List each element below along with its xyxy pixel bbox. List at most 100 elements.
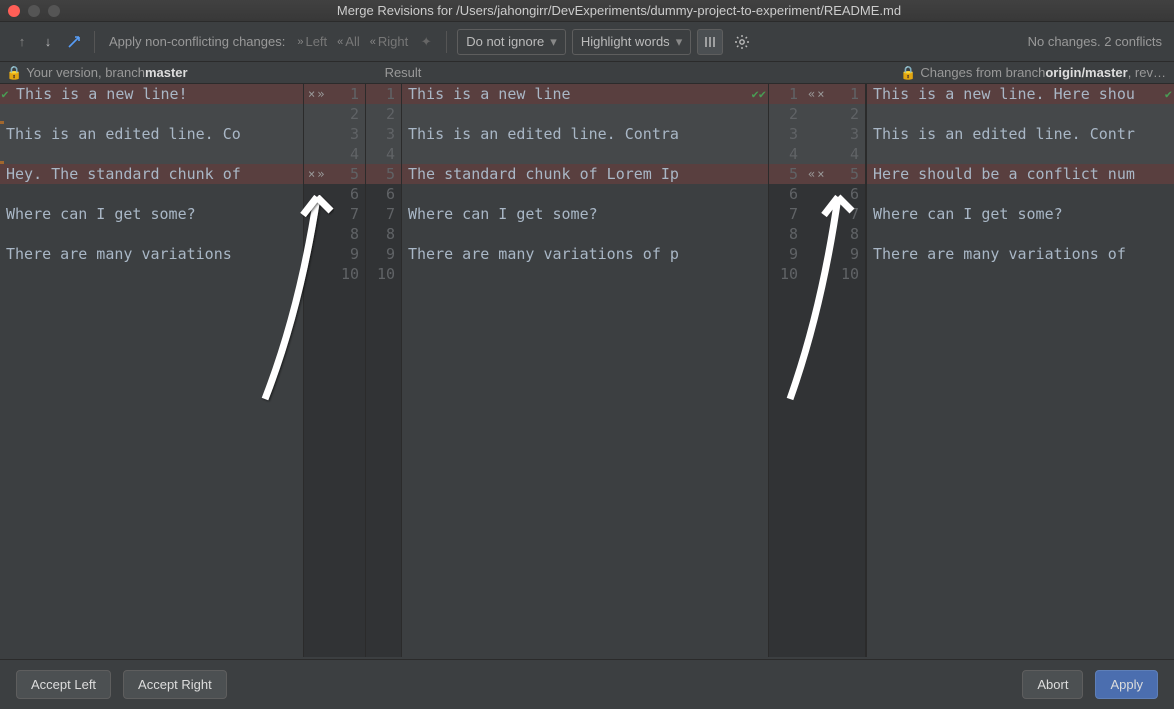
code-line[interactable] xyxy=(867,264,1174,284)
code-line[interactable]: Where can I get some? xyxy=(402,204,768,224)
ignore-dropdown[interactable]: Do not ignore▾ xyxy=(457,29,566,55)
close-window-icon[interactable] xyxy=(8,5,20,17)
right-pane-header: 🔒 Changes from branch origin/master, rev… xyxy=(894,62,1174,83)
accept-left-button[interactable]: Accept Left xyxy=(16,670,111,699)
accept-change-icon[interactable]: « xyxy=(808,84,815,104)
reject-change-icon[interactable]: × xyxy=(308,164,315,184)
code-line[interactable] xyxy=(867,184,1174,204)
accept-right-button[interactable]: Accept Right xyxy=(123,670,227,699)
gutter-line: 8 xyxy=(804,224,865,244)
code-line[interactable] xyxy=(402,144,768,164)
abort-button[interactable]: Abort xyxy=(1022,670,1083,699)
code-line[interactable]: This is a new line✔✔ xyxy=(402,84,768,104)
gutter-line: 7 xyxy=(804,204,865,224)
gutter-line: 7 xyxy=(304,204,365,224)
gutter-line: 8 xyxy=(769,224,804,244)
minimize-window-icon[interactable] xyxy=(28,5,40,17)
merge-panes: This is a new line!✔ This is an edited l… xyxy=(0,84,1174,657)
next-diff-icon[interactable]: ↓ xyxy=(38,32,58,52)
code-line[interactable]: Here should be a conflict num xyxy=(867,164,1174,184)
status-text: No changes. 2 conflicts xyxy=(1028,34,1162,49)
code-line[interactable]: This is an edited line. Co xyxy=(0,124,303,144)
apply-all-link[interactable]: «All xyxy=(337,34,360,49)
center-gutter-right: 12345678910 xyxy=(768,84,804,657)
code-line[interactable] xyxy=(867,104,1174,124)
gutter-line: 2 xyxy=(769,104,804,124)
code-line[interactable]: Where can I get some? xyxy=(0,204,303,224)
result-editor[interactable]: This is a new line✔✔ This is an edited li… xyxy=(402,84,768,657)
code-line[interactable] xyxy=(0,184,303,204)
left-editor[interactable]: This is a new line!✔ This is an edited l… xyxy=(0,84,304,657)
reject-change-icon[interactable]: × xyxy=(817,164,824,184)
code-line[interactable]: The standard chunk of Lorem Ip xyxy=(402,164,768,184)
code-line[interactable] xyxy=(402,264,768,284)
code-line[interactable]: Where can I get some? xyxy=(867,204,1174,224)
apply-left-link[interactable]: »Left xyxy=(297,34,327,49)
code-line[interactable]: There are many variations xyxy=(0,244,303,264)
footer: Accept Left Accept Right Abort Apply xyxy=(0,659,1174,709)
accepted-marker-icon: ✔ xyxy=(1165,84,1172,104)
code-line[interactable]: This is a new line. Here shou✔ xyxy=(867,84,1174,104)
code-line[interactable] xyxy=(0,104,303,124)
result-header: Result xyxy=(304,62,468,83)
gutter-line: 9 xyxy=(366,244,401,264)
code-line[interactable]: There are many variations of xyxy=(867,244,1174,264)
gutter-line: 2 xyxy=(304,104,365,124)
gutter-line: 6 xyxy=(366,184,401,204)
gutter-line: 3 xyxy=(769,124,804,144)
sync-scroll-button[interactable] xyxy=(697,29,723,55)
right-editor[interactable]: This is a new line. Here shou✔ This is an… xyxy=(866,84,1174,657)
code-line[interactable] xyxy=(867,224,1174,244)
right-gutter[interactable]: 1«×2345«×678910 xyxy=(804,84,866,657)
apply-right-link[interactable]: «Right xyxy=(370,34,408,49)
left-pane-header: 🔒 Your version, branch master xyxy=(0,62,304,83)
gutter-line: 3 xyxy=(804,124,865,144)
gutter-line: 3 xyxy=(366,124,401,144)
prev-diff-icon[interactable]: ↑ xyxy=(12,32,32,52)
code-line[interactable] xyxy=(867,144,1174,164)
gutter-line: 6 xyxy=(769,184,804,204)
code-line[interactable]: Hey. The standard chunk of xyxy=(0,164,303,184)
code-line[interactable] xyxy=(402,104,768,124)
left-gutter[interactable]: 1×»2345×»678910 xyxy=(304,84,366,657)
accepted-marker-icon: ✔✔ xyxy=(752,84,766,104)
highlight-dropdown[interactable]: Highlight words▾ xyxy=(572,29,691,55)
settings-button[interactable] xyxy=(729,29,755,55)
code-line[interactable]: There are many variations of p xyxy=(402,244,768,264)
window-controls xyxy=(8,5,60,17)
center-gutter-left: 12345678910 xyxy=(366,84,402,657)
accept-change-icon[interactable]: » xyxy=(317,84,324,104)
code-line[interactable] xyxy=(0,264,303,284)
accept-change-icon[interactable]: » xyxy=(317,164,324,184)
gutter-line: 7 xyxy=(769,204,804,224)
gutter-line: 4 xyxy=(769,144,804,164)
reject-change-icon[interactable]: × xyxy=(817,84,824,104)
wand-icon[interactable]: ✦ xyxy=(416,32,436,52)
accepted-marker-icon: ✔ xyxy=(0,84,10,104)
gutter-line: 5 xyxy=(366,164,401,184)
gutter-line: 6 xyxy=(804,184,865,204)
code-line[interactable] xyxy=(402,224,768,244)
gutter-line: 8 xyxy=(366,224,401,244)
code-line[interactable] xyxy=(402,184,768,204)
titlebar: Merge Revisions for /Users/jahongirr/Dev… xyxy=(0,0,1174,22)
gutter-line: 2 xyxy=(366,104,401,124)
gutter-line: 5×» xyxy=(304,164,365,184)
code-line[interactable] xyxy=(0,224,303,244)
gutter-line: 9 xyxy=(304,244,365,264)
gutter-line: 1«× xyxy=(804,84,865,104)
lock-icon: 🔒 xyxy=(900,65,916,81)
maximize-window-icon[interactable] xyxy=(48,5,60,17)
magic-resolve-icon[interactable] xyxy=(64,32,84,52)
code-line[interactable]: This is an edited line. Contra xyxy=(402,124,768,144)
gutter-line: 10 xyxy=(769,264,804,284)
code-line[interactable]: This is an edited line. Contr xyxy=(867,124,1174,144)
gutter-line: 10 xyxy=(804,264,865,284)
code-line[interactable] xyxy=(0,144,303,164)
gutter-line: 8 xyxy=(304,224,365,244)
gutter-line: 1 xyxy=(366,84,401,104)
code-line[interactable]: This is a new line!✔ xyxy=(0,84,303,104)
accept-change-icon[interactable]: « xyxy=(808,164,815,184)
reject-change-icon[interactable]: × xyxy=(308,84,315,104)
apply-button[interactable]: Apply xyxy=(1095,670,1158,699)
